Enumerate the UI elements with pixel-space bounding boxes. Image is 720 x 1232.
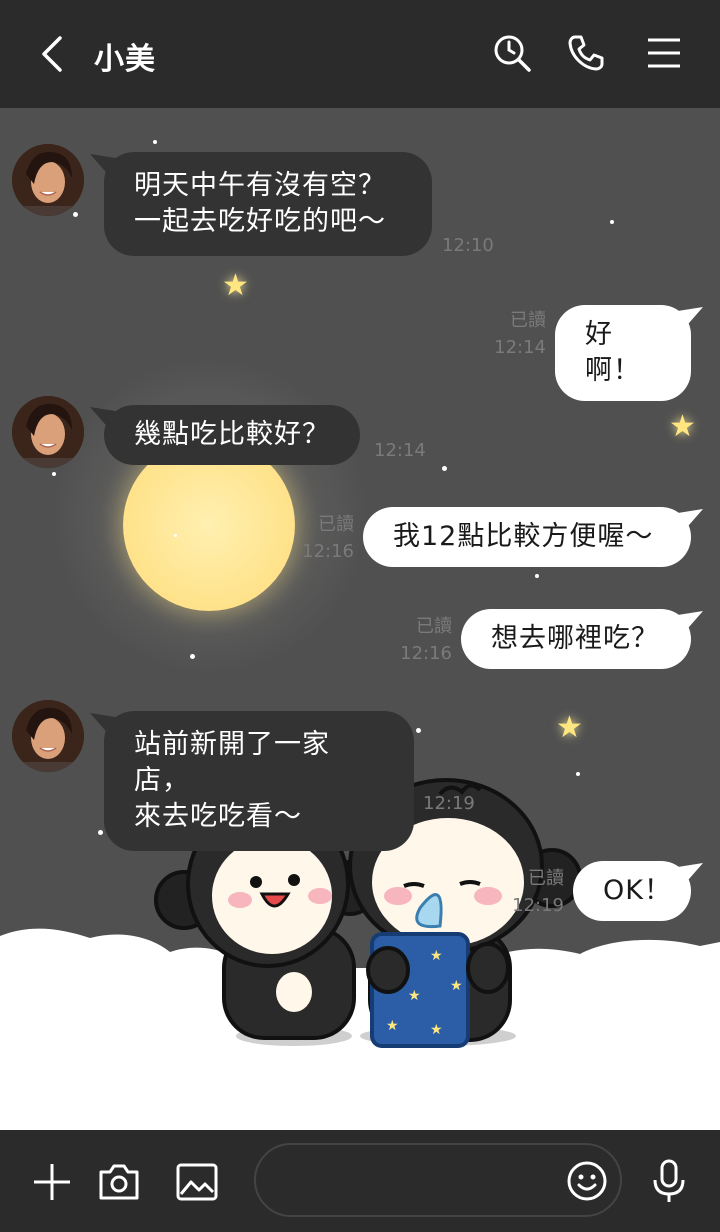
star-dot	[174, 534, 177, 537]
message-bubble-incoming[interactable]: 站前新開了一家店， 來去吃吃看～	[104, 711, 414, 851]
image-icon[interactable]	[175, 1160, 219, 1204]
hamburger-menu-icon[interactable]	[644, 33, 684, 73]
message-bubble-outgoing[interactable]: 想去哪裡吃？	[461, 609, 691, 669]
contact-avatar[interactable]	[12, 144, 84, 216]
star-dot	[73, 212, 78, 217]
message-time: 12:16	[302, 541, 354, 562]
message-bubble-incoming[interactable]: 幾點吃比較好？	[104, 405, 360, 465]
plus-icon[interactable]	[30, 1160, 74, 1204]
emoji-icon[interactable]	[566, 1160, 608, 1202]
svg-text:★: ★	[408, 988, 421, 1004]
svg-text:★: ★	[386, 1018, 399, 1034]
read-receipt: 已讀	[528, 868, 564, 889]
clock-search-icon[interactable]	[492, 33, 532, 73]
star-dot	[153, 140, 157, 144]
message-time: 12:14	[494, 337, 546, 358]
chat-area[interactable]: ★ ★ ★ ★ ★ ★ ★ ★ ★	[0, 108, 720, 1130]
star-dot	[416, 728, 421, 733]
message-time: 12:19	[423, 793, 475, 814]
star-dot	[52, 472, 56, 476]
message-bubble-incoming[interactable]: 明天中午有沒有空？ 一起去吃好吃的吧～	[104, 152, 432, 256]
message-bubble-outgoing[interactable]: 我12點比較方便喔～	[363, 507, 691, 567]
star-dot	[190, 654, 195, 659]
svg-text:★: ★	[430, 1022, 443, 1038]
read-receipt: 已讀	[318, 514, 354, 535]
star-dot	[610, 220, 614, 224]
star-dot	[98, 830, 103, 835]
chat-header: 小美	[0, 0, 720, 108]
star-icon: ★	[556, 710, 583, 745]
svg-text:★: ★	[450, 978, 463, 994]
message-time: 12:14	[374, 440, 426, 461]
microphone-icon[interactable]	[650, 1158, 688, 1204]
camera-icon[interactable]	[97, 1160, 141, 1204]
star-dot	[535, 574, 539, 578]
star-dot	[576, 772, 580, 776]
svg-text:★: ★	[430, 948, 443, 964]
message-bubble-outgoing[interactable]: 好啊！	[555, 305, 691, 401]
chat-title: 小美	[94, 42, 156, 77]
star-dot	[442, 466, 447, 471]
star-icon: ★	[222, 268, 249, 303]
message-time: 12:10	[442, 235, 494, 256]
star-icon: ★	[669, 409, 696, 444]
contact-avatar[interactable]	[12, 700, 84, 772]
phone-icon[interactable]	[566, 33, 606, 73]
contact-avatar[interactable]	[12, 396, 84, 468]
read-receipt: 已讀	[416, 616, 452, 637]
chevron-left-icon[interactable]	[36, 34, 72, 74]
message-bubble-outgoing[interactable]: OK！	[573, 861, 691, 921]
read-receipt: 已讀	[510, 310, 546, 331]
message-time: 12:16	[400, 643, 452, 664]
message-time: 12:19	[512, 895, 564, 916]
